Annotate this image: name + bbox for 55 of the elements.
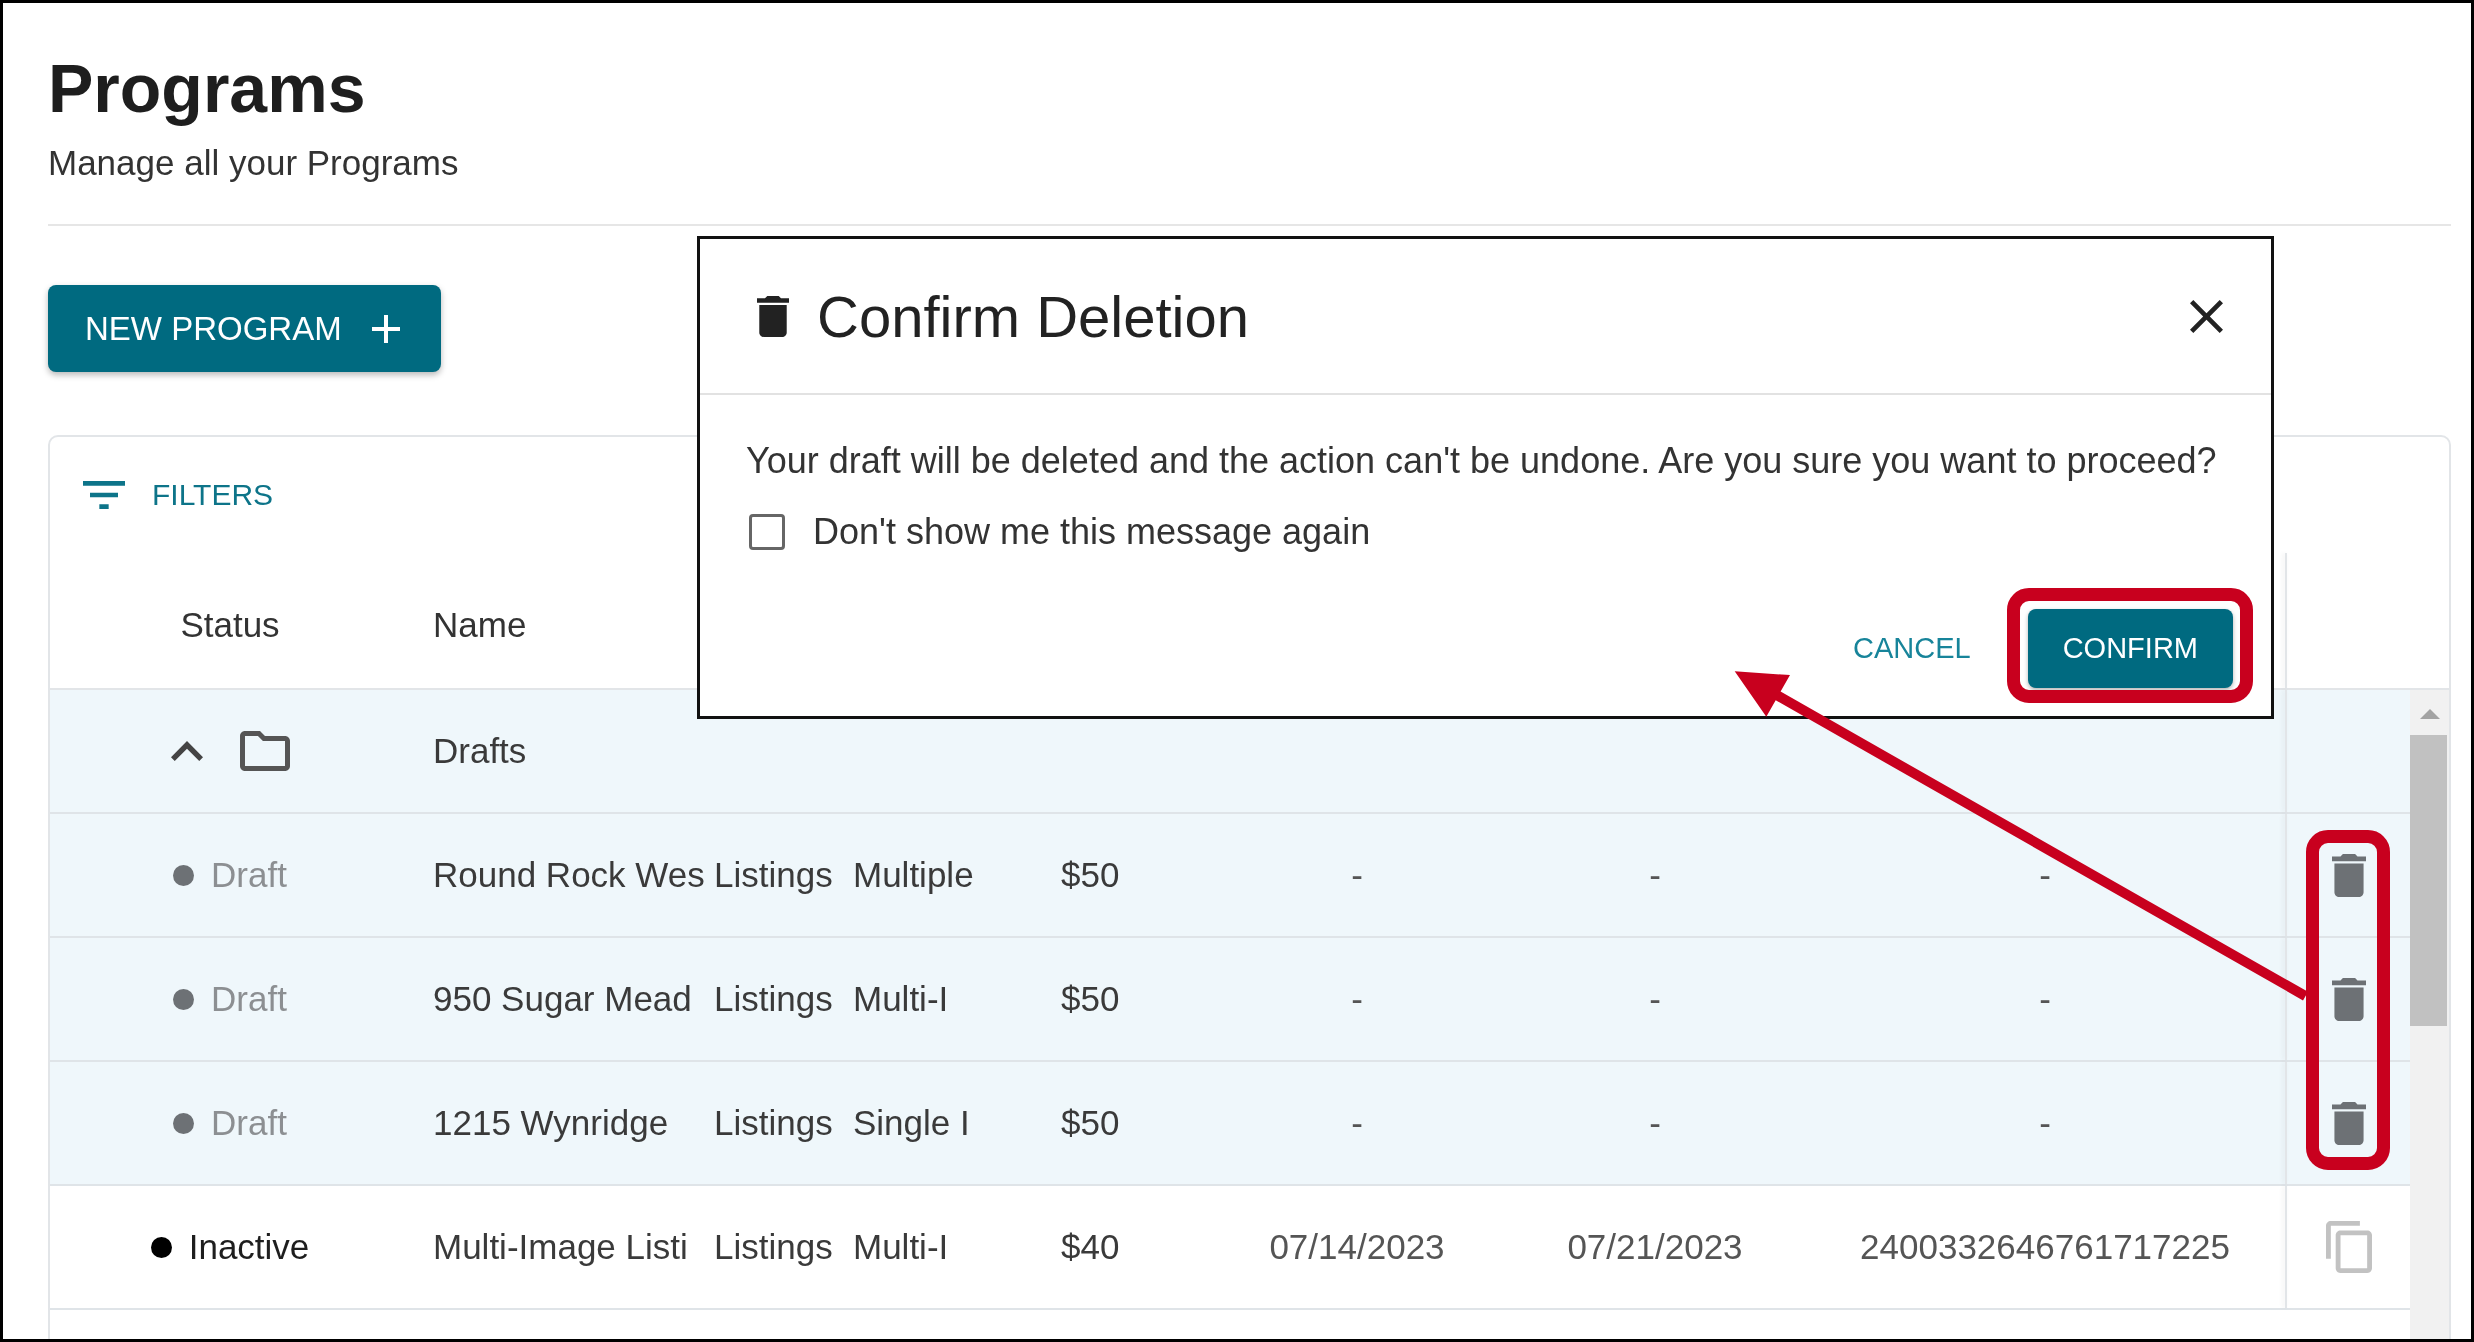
table-text: Listings <box>714 1103 833 1143</box>
dialog-message: Your draft will be deleted and the action can't be undone. Are you sure you want to proceed? <box>746 439 2217 483</box>
table-text: $40 <box>1061 1227 1120 1267</box>
table-text: - <box>1351 855 1363 895</box>
plus-icon <box>371 314 400 343</box>
chevron-up-icon[interactable] <box>170 741 203 761</box>
table-text: - <box>2039 1103 2051 1143</box>
close-icon[interactable] <box>2190 299 2223 333</box>
table-text: 07/14/2023 <box>1269 1227 1445 1267</box>
checkbox[interactable] <box>749 514 785 551</box>
status-label: Draft <box>211 1103 287 1143</box>
program-name: 1215 Wynridge <box>433 1103 669 1143</box>
table-text: Listings <box>714 1227 833 1267</box>
trash-icon[interactable] <box>2331 977 2366 1021</box>
table-text: 07/21/2023 <box>1567 1227 1743 1267</box>
group-label: Drafts <box>433 731 527 771</box>
trash-icon[interactable] <box>2331 853 2366 897</box>
status-label: Draft <box>211 979 287 1019</box>
scrollbar-thumb[interactable] <box>2410 735 2447 1026</box>
folder-icon <box>239 731 290 771</box>
table-text: $50 <box>1061 855 1120 895</box>
column-header: Status <box>180 603 280 645</box>
page-subtitle: Manage all your Programs <box>48 145 459 180</box>
table-text: Single I <box>853 1103 970 1143</box>
table-text: Listings <box>714 979 833 1019</box>
program-name: 950 Sugar Mead <box>433 979 692 1019</box>
table-text: - <box>1649 855 1661 895</box>
filters-button[interactable]: FILTERS <box>83 478 274 512</box>
program-name: Round Rock Wes <box>433 855 705 895</box>
cancel-button[interactable]: CANCEL <box>1837 609 1987 689</box>
status-label: Inactive <box>188 1227 310 1267</box>
table-text: 2400332646761717225 <box>1860 1227 2230 1267</box>
trash-icon[interactable] <box>2331 1101 2366 1145</box>
dialog-title: Confirm Deletion <box>817 282 1250 350</box>
table-text: $50 <box>1061 979 1120 1019</box>
table-text: - <box>1649 1103 1661 1143</box>
trash-icon <box>757 295 789 337</box>
table-text: Multiple <box>853 855 974 895</box>
status-label: Draft <box>211 855 287 895</box>
table-text: Listings <box>714 855 833 895</box>
table-text: - <box>2039 979 2051 1019</box>
table-text: Multi-I <box>853 1227 949 1267</box>
table-text: - <box>1351 979 1363 1019</box>
table-text: - <box>2039 855 2051 895</box>
table-text: Multi-I <box>853 979 949 1019</box>
scrollbar[interactable] <box>2410 690 2449 1339</box>
table-text: - <box>1351 1103 1363 1143</box>
column-header: Name <box>433 603 527 645</box>
filter-icon <box>83 481 125 509</box>
table-text: $50 <box>1061 1103 1120 1143</box>
new-program-button[interactable]: NEW PROGRAM <box>48 285 441 372</box>
program-name: Multi-Image Listi <box>433 1227 688 1267</box>
confirm-button[interactable]: CONFIRM <box>2027 609 2233 689</box>
checkbox-label: Don't show me this message again <box>813 511 1371 554</box>
table-text: - <box>1649 979 1661 1019</box>
